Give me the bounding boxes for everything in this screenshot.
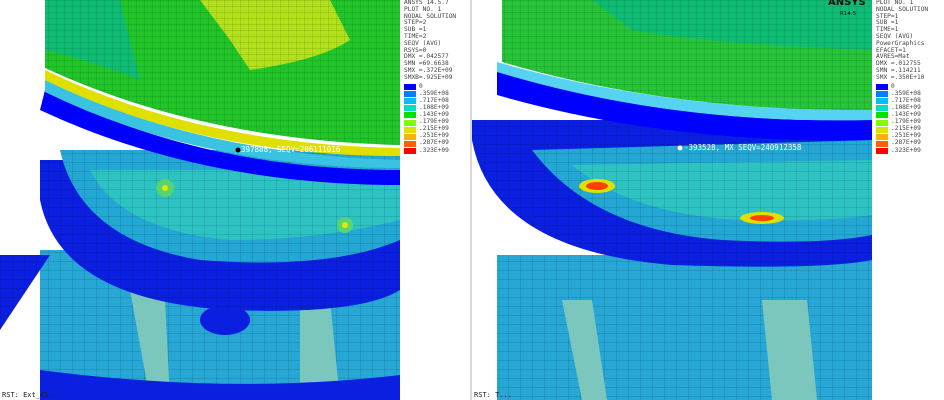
right-footer: RST: T...	[474, 391, 512, 399]
right-scale-swatch	[876, 119, 888, 126]
right-result-viewport[interactable]: -393528, MX SEQV=240912358 ANSYS R14.5 P…	[472, 0, 942, 400]
left-scale-swatch	[404, 133, 416, 140]
right-scale-swatch	[876, 84, 888, 91]
left-scale-swatch	[404, 91, 416, 98]
left-scale-swatch	[404, 98, 416, 105]
left-legend: ANSYS 14.5.7 PLOT NO. 1 NODAL SOLUTION STEP…	[404, 0, 456, 155]
left-footer: RST: Ext_45...	[2, 391, 62, 399]
left-probe-marker	[235, 147, 241, 153]
left-scale-swatch	[404, 147, 416, 154]
left-scale-row: .323E+09	[404, 147, 456, 154]
right-scale-swatch	[876, 112, 888, 119]
left-probe-annotation: 397888, SEQV=206111016	[241, 145, 341, 154]
left-scale-swatch	[404, 84, 416, 91]
right-ansys-brand: ANSYS	[828, 0, 866, 8]
left-scale-swatch	[404, 119, 416, 126]
right-legend-header: PLOT NO. 1 NODAL SOLUTION STEP=1 SUB =1 TIME…	[876, 0, 928, 82]
right-fea-stress-plot	[472, 0, 872, 400]
right-version: R14.5	[840, 11, 857, 17]
left-scale-swatch	[404, 140, 416, 147]
left-scale-swatch	[404, 105, 416, 112]
left-scale-swatch	[404, 112, 416, 119]
right-probe-marker	[677, 145, 683, 151]
right-color-scale: 0.359E+08.717E+08.108E+09.143E+09.179E+0…	[876, 83, 928, 155]
left-scale-swatch	[404, 126, 416, 133]
right-scale-swatch	[876, 98, 888, 105]
right-scale-swatch	[876, 105, 888, 112]
left-scale-label: .323E+09	[419, 146, 449, 154]
right-scale-swatch	[876, 91, 888, 98]
left-result-viewport[interactable]: 397888, SEQV=206111016 ANSYS 14.5.7 PLOT …	[0, 0, 470, 400]
right-scale-swatch	[876, 147, 888, 154]
right-legend: ANSYS R14.5 PLOT NO. 1 NODAL SOLUTION STEP…	[828, 0, 928, 155]
left-legend-line: SMXB=.925E+09	[404, 73, 453, 81]
right-legend-line: SMX =.350E+10	[876, 73, 925, 81]
left-color-scale: 0.359E+08.717E+08.108E+09.143E+09.179E+0…	[404, 83, 456, 155]
left-fea-stress-plot	[0, 0, 400, 400]
right-scale-label: .323E+09	[891, 146, 921, 154]
right-scale-swatch	[876, 126, 888, 133]
right-scale-row: .323E+09	[876, 147, 928, 154]
right-probe-annotation: -393528, MX SEQV=240912358	[684, 143, 802, 152]
right-scale-swatch	[876, 133, 888, 140]
left-legend-header: ANSYS 14.5.7 PLOT NO. 1 NODAL SOLUTION STEP…	[404, 0, 456, 82]
right-scale-swatch	[876, 140, 888, 147]
